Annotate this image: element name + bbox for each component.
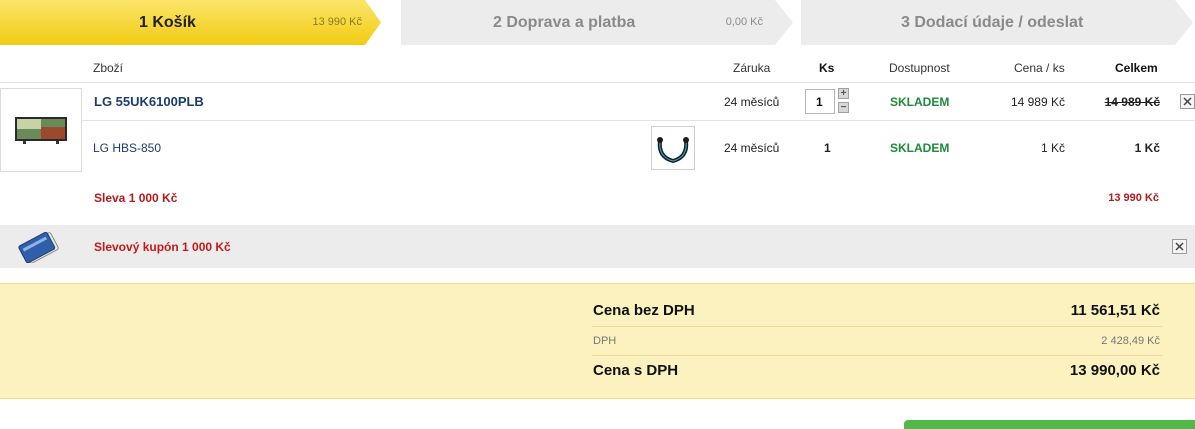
summary-vat: DPH 2 428,49 Kč bbox=[592, 327, 1162, 356]
close-icon bbox=[1183, 97, 1192, 106]
tv-icon bbox=[15, 117, 67, 144]
summary-without-vat: Cena bez DPH 11 561,51 Kč bbox=[592, 296, 1162, 327]
step-cart-label: 1 Košík bbox=[139, 14, 196, 31]
quantity-increase-button[interactable]: + bbox=[838, 88, 849, 99]
header-warranty: Záruka bbox=[733, 61, 771, 75]
with-vat-label: Cena s DPH bbox=[593, 362, 679, 379]
step-shipping-label: 2 Doprava a platba bbox=[493, 14, 636, 31]
product-warranty: 24 měsíců bbox=[724, 95, 780, 109]
header-qty: Ks bbox=[819, 61, 835, 75]
availability-status: SKLADEM bbox=[890, 95, 950, 109]
step-shipping-payment[interactable]: 2 Doprava a platba 0,00 Kč bbox=[401, 0, 795, 45]
cart-accessory-row: LG HBS-850 24 měsíců 1 SKLADEM 1 Kč 1 Kč bbox=[82, 121, 1195, 174]
accessory-availability: SKLADEM bbox=[890, 141, 950, 155]
remove-coupon-button[interactable] bbox=[1172, 239, 1187, 254]
cart-table-header: Zboží Záruka Ks Dostupnost Cena / ks Cel… bbox=[0, 56, 1195, 83]
accessory-name-link[interactable]: LG HBS-850 bbox=[93, 141, 161, 155]
accessory-line-total: 1 Kč bbox=[1134, 141, 1160, 155]
without-vat-value: 11 561,51 Kč bbox=[1070, 302, 1160, 319]
coupon-card-icon bbox=[18, 231, 59, 263]
coupon-label: Slevový kupón 1 000 Kč bbox=[94, 240, 231, 254]
coupon-row: Slevový kupón 1 000 Kč bbox=[0, 225, 1195, 268]
vat-value: 2 428,49 Kč bbox=[1101, 335, 1160, 347]
summary-with-vat: Cena s DPH 13 990,00 Kč bbox=[592, 356, 1162, 387]
header-unit-price: Cena / ks bbox=[1014, 61, 1065, 75]
accessory-image[interactable] bbox=[651, 126, 695, 170]
cart-item-row: LG 55UK6100PLB 24 měsíců + − SKLADEM 14 … bbox=[82, 84, 1195, 121]
line-total-old: 14 989 Kč bbox=[1104, 95, 1160, 109]
header-total: Celkem bbox=[1115, 61, 1158, 75]
discount-total: 13 990 Kč bbox=[1108, 192, 1159, 204]
header-product: Zboží bbox=[93, 61, 124, 75]
step-cart[interactable]: 1 Košík 13 990 Kč bbox=[0, 0, 382, 45]
unit-price: 14 989 Kč bbox=[1010, 95, 1065, 109]
header-availability: Dostupnost bbox=[889, 61, 950, 75]
product-image[interactable] bbox=[0, 88, 82, 172]
accessory-qty: 1 bbox=[824, 141, 831, 155]
continue-button[interactable] bbox=[904, 420, 1195, 429]
discount-row: Sleva 1 000 Kč 13 990 Kč bbox=[0, 183, 1195, 217]
remove-item-button[interactable] bbox=[1180, 94, 1195, 109]
price-summary: Cena bez DPH 11 561,51 Kč DPH 2 428,49 K… bbox=[0, 283, 1195, 399]
headset-icon bbox=[657, 137, 689, 164]
step-cart-price: 13 990 Kč bbox=[312, 16, 362, 28]
step-delivery-label: 3 Dodací údaje / odeslat bbox=[901, 14, 1084, 31]
quantity-input[interactable] bbox=[805, 89, 835, 114]
quantity-decrease-button[interactable]: − bbox=[838, 102, 849, 113]
vat-label: DPH bbox=[593, 335, 617, 347]
step-shipping-price: 0,00 Kč bbox=[725, 16, 763, 28]
checkout-steps: 1 Košík 13 990 Kč 2 Doprava a platba 0,0… bbox=[0, 0, 1195, 45]
without-vat-label: Cena bez DPH bbox=[593, 302, 695, 319]
accessory-unit-price: 1 Kč bbox=[1040, 141, 1065, 155]
with-vat-value: 13 990,00 Kč bbox=[1069, 362, 1160, 379]
product-name-link[interactable]: LG 55UK6100PLB bbox=[94, 94, 204, 109]
step-delivery-details[interactable]: 3 Dodací údaje / odeslat bbox=[801, 0, 1195, 45]
close-icon bbox=[1175, 242, 1184, 251]
discount-label: Sleva 1 000 Kč bbox=[94, 191, 178, 205]
accessory-warranty: 24 měsíců bbox=[724, 141, 780, 155]
